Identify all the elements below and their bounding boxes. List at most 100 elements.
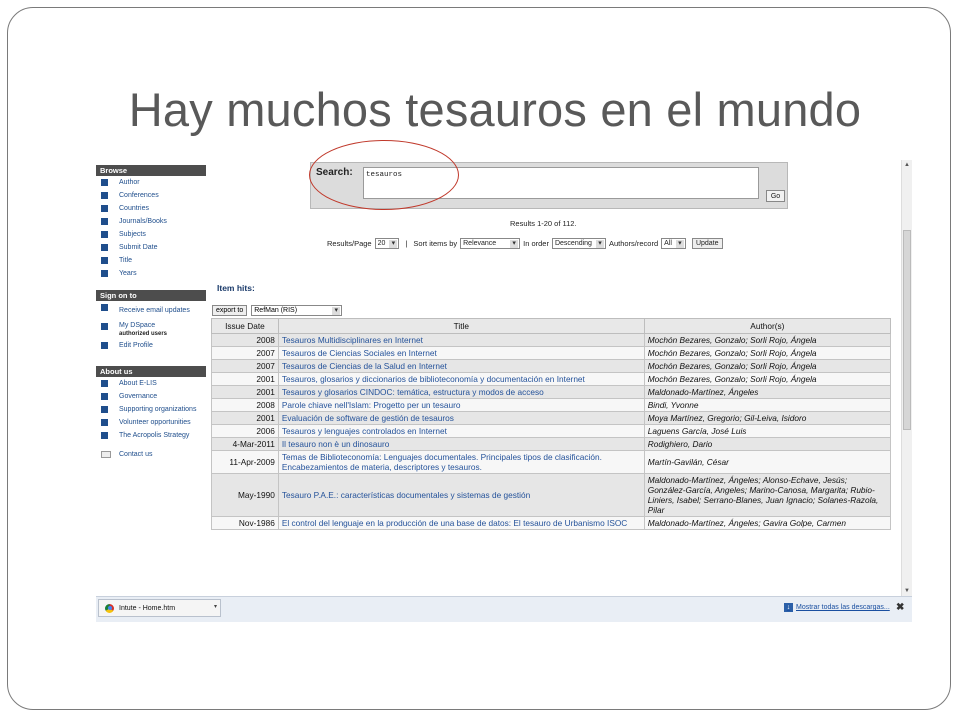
scrollbar-thumb[interactable] [903, 230, 911, 430]
sidebar-item-my-dspace[interactable]: My DSpace authorized users [96, 320, 206, 339]
mail-icon [101, 451, 111, 458]
show-all-downloads-link[interactable]: ↓ Mostrar todas las descargas... [784, 603, 890, 612]
issue-date: 2001 [211, 385, 279, 399]
item-authors[interactable]: Mochón Bezares, Gonzalo; Sorli Rojo, Áng… [643, 346, 892, 360]
go-button[interactable]: Go [766, 190, 785, 202]
item-authors[interactable]: Maldonado-Martínez, Ángeles; Alonso-Echa… [643, 473, 892, 517]
sidebar-item-conferences[interactable]: Conferences [96, 189, 206, 202]
item-authors[interactable]: Laguens García, José Luis [643, 424, 892, 438]
table-row: 2001 Evaluación de software de gestión de… [211, 411, 892, 425]
authors-label: Authors/record [608, 239, 659, 248]
item-title-link[interactable]: Tesauros, glosarios y diccionarios de bi… [277, 372, 645, 386]
sort-label: Sort items by [413, 239, 458, 248]
sidebar-item-acropolis[interactable]: The Acropolis Strategy [96, 429, 206, 442]
chrome-icon [105, 603, 114, 613]
sidebar-item-countries[interactable]: Countries [96, 202, 206, 215]
item-authors[interactable]: Rodighiero, Dario [643, 437, 892, 451]
item-title-link[interactable]: Tesauros Multidisciplinares en Internet [277, 333, 645, 347]
issue-date: Nov-1986 [211, 516, 279, 530]
results-summary: Results 1-20 of 112. [510, 219, 577, 228]
table-row: 2007 Tesauros de Ciencias de la Salud en … [211, 359, 892, 373]
issue-date: 2001 [211, 372, 279, 386]
bullet-icon [101, 380, 108, 387]
sidebar-item-governance[interactable]: Governance [96, 390, 206, 403]
item-title-link[interactable]: El control del lenguaje en la producción… [277, 516, 645, 530]
bullet-icon [101, 218, 108, 225]
bullet-icon [101, 205, 108, 212]
export-button[interactable]: export to [212, 305, 248, 316]
table-row: 2001 Tesauros y glosarios CINDOC: temátic… [211, 385, 892, 399]
item-authors[interactable]: Martín-Gavilán, César [643, 450, 892, 474]
sidebar-item-title[interactable]: Title [96, 254, 206, 267]
close-icon[interactable]: ✖ [896, 602, 904, 613]
sidebar-item-volunteer[interactable]: Volunteer opportunities [96, 416, 206, 429]
item-title-link[interactable]: Tesauros de Ciencias Sociales en Interne… [277, 346, 645, 360]
table-row: May-1990 Tesauro P.A.E.: características … [211, 473, 892, 517]
results-per-page-select[interactable]: 20 [374, 238, 400, 249]
item-authors[interactable]: Mochón Bezares, Gonzalo; Sorli Rojo, Áng… [643, 372, 892, 386]
issue-date: 2006 [211, 424, 279, 438]
export-format-select[interactable]: RefMan (RIS) [251, 305, 343, 316]
item-authors[interactable]: Bindi, Yvonne [643, 398, 892, 412]
table-row: 2008 Parole chiave nell'Islam: Progetto p… [211, 398, 892, 412]
sidebar-item-contact[interactable]: Contact us [96, 448, 206, 461]
issue-date: 2001 [211, 411, 279, 425]
sidebar-item-about-elis[interactable]: About E-LIS [96, 377, 206, 390]
item-authors[interactable]: Moya Martínez, Gregorio; Gil-Leiva, Isid… [643, 411, 892, 425]
authors-select[interactable]: All [661, 238, 686, 249]
item-authors[interactable]: Mochón Bezares, Gonzalo; Sorli Rojo, Áng… [643, 359, 892, 373]
sidebar-item-subjects[interactable]: Subjects [96, 228, 206, 241]
order-select[interactable]: Descending [551, 238, 606, 249]
download-filename: Intute - Home.htm [119, 604, 176, 612]
bullet-icon [101, 406, 108, 413]
sidebar-item-edit-profile[interactable]: Edit Profile [96, 339, 206, 352]
sidebar-item-author[interactable]: Author [96, 176, 206, 189]
item-title-link[interactable]: Il tesauro non è un dinosauro [277, 437, 645, 451]
bullet-icon [101, 179, 108, 186]
authors-header[interactable]: Author(s) [643, 318, 892, 334]
title-header[interactable]: Title [277, 318, 645, 334]
sidebar-item-supporting-orgs[interactable]: Supporting organizations [96, 403, 206, 416]
item-title-link[interactable]: Evaluación de software de gestión de tes… [277, 411, 645, 425]
bullet-icon [101, 393, 108, 400]
order-label: In order [523, 239, 549, 248]
results-table: Issue Date Title Author(s) 2008 Tesauros … [211, 318, 892, 530]
sidebar-item-submit-date[interactable]: Submit Date [96, 241, 206, 254]
slide-title: Hay muchos tesauros en el mundo [128, 83, 862, 136]
table-row: Nov-1986 El control del lenguaje en la pr… [211, 516, 892, 530]
issue-date: 2008 [211, 333, 279, 347]
item-title-link[interactable]: Tesauros y lenguajes controlados en Inte… [277, 424, 645, 438]
item-title-link[interactable]: Tesauros y glosarios CINDOC: temática, e… [277, 385, 645, 399]
issue-date: 11-Apr-2009 [211, 450, 279, 474]
bullet-icon [101, 244, 108, 251]
results-controls: Results/Page 20 | Sort items by Relevanc… [327, 238, 723, 249]
chevron-down-icon[interactable]: ▾ [214, 603, 217, 610]
item-title-link[interactable]: Tesauro P.A.E.: características document… [277, 473, 645, 517]
update-button[interactable]: Update [691, 238, 723, 249]
sidebar-item-email-updates[interactable]: Receive email updates [96, 301, 206, 320]
item-title-link[interactable]: Parole chiave nell'Islam: Progetto per u… [277, 398, 645, 412]
bullet-icon [101, 192, 108, 199]
item-title-link[interactable]: Temas de Biblioteconomía: Lenguajes docu… [277, 450, 645, 474]
issue-date-header[interactable]: Issue Date [211, 318, 279, 334]
download-item[interactable]: Intute - Home.htm ▾ [98, 599, 221, 617]
scroll-up-icon[interactable]: ▲ [904, 162, 910, 168]
issue-date: 4-Mar-2011 [211, 437, 279, 451]
item-authors[interactable]: Maldonado-Martínez, Ángeles [643, 385, 892, 399]
item-authors[interactable]: Maldonado-Martínez, Ángeles; Gavira Golp… [643, 516, 892, 530]
download-icon: ↓ [784, 603, 793, 612]
separator: | [405, 239, 408, 248]
table-row: 2007 Tesauros de Ciencias Sociales en Int… [211, 346, 892, 360]
highlight-ellipse [309, 140, 459, 210]
sort-select[interactable]: Relevance [460, 238, 521, 249]
item-title-link[interactable]: Tesauros de Ciencias de la Salud en Inte… [277, 359, 645, 373]
sidebar-item-years[interactable]: Years [96, 267, 206, 280]
sidebar-item-journals[interactable]: Journals/Books [96, 215, 206, 228]
bullet-icon [101, 270, 108, 277]
scroll-down-icon[interactable]: ▼ [904, 588, 910, 594]
vertical-scrollbar[interactable]: ▲ ▼ [901, 160, 912, 596]
item-authors[interactable]: Mochón Bezares, Gonzalo; Sorli Rojo, Áng… [643, 333, 892, 347]
table-row: 4-Mar-2011 Il tesauro non è un dinosauro R… [211, 437, 892, 451]
bullet-icon [101, 323, 108, 330]
browser-screenshot: Browse Author Conferences Countries Jour… [96, 160, 912, 622]
